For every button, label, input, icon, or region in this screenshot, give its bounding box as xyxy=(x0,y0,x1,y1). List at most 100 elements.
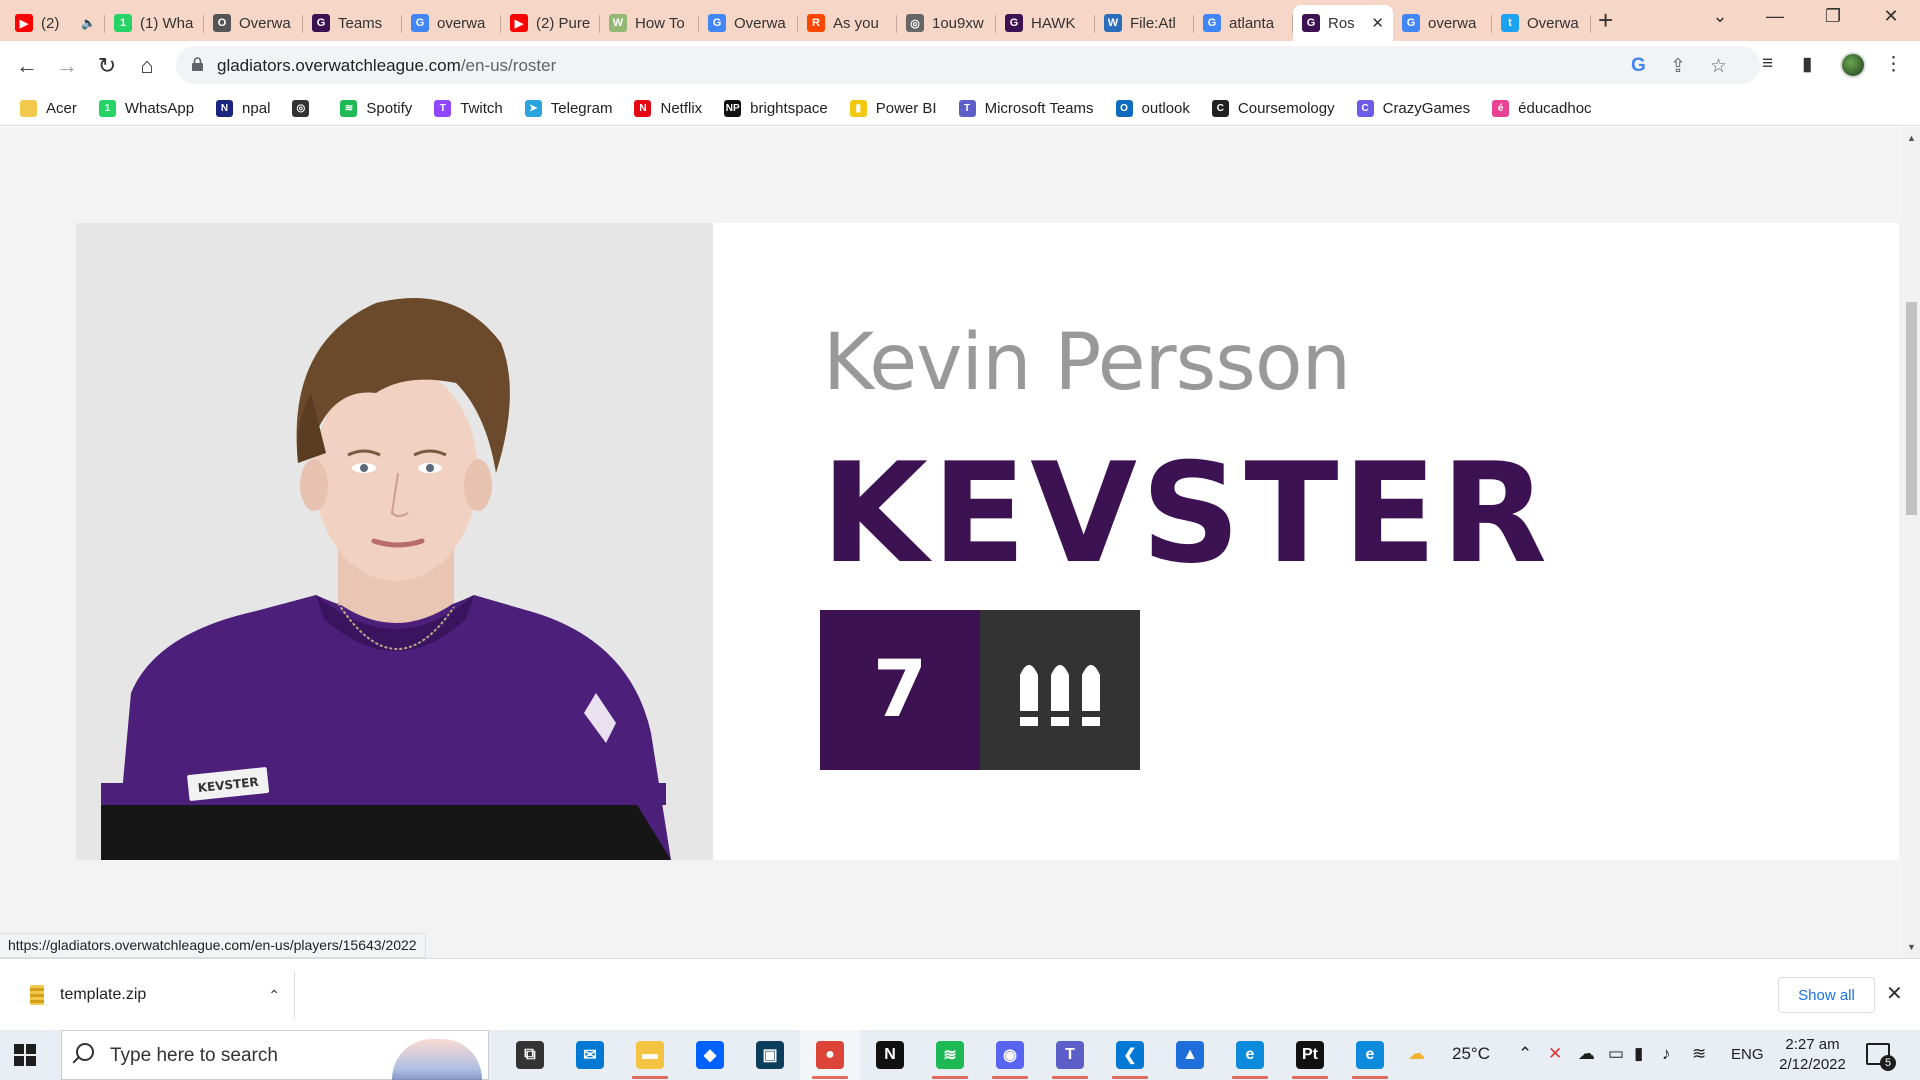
gladiators-icon: G xyxy=(1302,14,1320,32)
home-button[interactable]: ⌂ xyxy=(134,53,160,79)
close-shelf-icon[interactable]: ✕ xyxy=(1886,981,1903,1006)
reading-list-icon[interactable]: ≡ xyxy=(1762,53,1773,75)
dropbox-icon[interactable]: ◆ xyxy=(680,1030,740,1080)
browser-tab[interactable]: W How To xyxy=(600,5,699,41)
url-text[interactable]: gladiators.overwatchleague.com/en-us/ros… xyxy=(217,56,556,76)
tray-overflow-icon[interactable]: ⌃ xyxy=(1518,1044,1532,1064)
task-view-icon[interactable]: ⧉ xyxy=(500,1030,560,1080)
app-icon[interactable]: ▣ xyxy=(740,1030,800,1080)
bookmark-label: éducadhoc xyxy=(1518,99,1592,117)
bookmark-item[interactable]: 1 WhatsApp xyxy=(98,99,194,117)
browser-tab[interactable]: G Overwa xyxy=(699,5,798,41)
bookmark-item[interactable]: T Twitch xyxy=(434,99,503,117)
discord-icon[interactable]: ◉ xyxy=(980,1030,1040,1080)
netflix-icon[interactable]: N xyxy=(860,1030,920,1080)
wifi-icon[interactable]: ≋ xyxy=(1692,1044,1706,1064)
back-button[interactable]: ← xyxy=(14,53,40,79)
bookmark-item[interactable]: é éducadhoc xyxy=(1492,99,1592,117)
meet-now-icon[interactable]: ▭ xyxy=(1608,1044,1624,1064)
chevron-up-icon[interactable]: ⌃ xyxy=(268,987,280,1004)
tab-title: How To xyxy=(635,14,685,32)
browser-tab[interactable]: G Ros ✕ xyxy=(1293,5,1393,41)
address-bar[interactable]: gladiators.overwatchleague.com/en-us/ros… xyxy=(176,46,1760,84)
language-indicator[interactable]: ENG xyxy=(1731,1046,1764,1063)
restore-button[interactable]: ❐ xyxy=(1810,6,1856,27)
weather-temp[interactable]: 25°C xyxy=(1452,1044,1490,1064)
bookmark-item[interactable]: Acer xyxy=(20,99,77,117)
browser-tab[interactable]: ▶ (2) Pure xyxy=(501,5,600,41)
page-scrollbar[interactable]: ▲ ▼ xyxy=(1903,127,1920,958)
onedrive-icon[interactable]: ☁ xyxy=(1578,1044,1595,1064)
browser-tab[interactable]: G Teams xyxy=(303,5,402,41)
bookmark-item[interactable]: Nnpal xyxy=(216,99,270,117)
edge-icon[interactable]: e xyxy=(1220,1030,1280,1080)
browser-tab[interactable]: O Overwa xyxy=(204,5,303,41)
bookmark-item[interactable]: ◎ xyxy=(292,99,318,117)
bookmark-star-icon[interactable]: ☆ xyxy=(1710,55,1727,78)
edge-dev-icon[interactable]: e xyxy=(1340,1030,1400,1080)
bookmark-item[interactable]: T Microsoft Teams xyxy=(958,99,1094,117)
side-panel-icon[interactable]: ▮ xyxy=(1802,53,1812,76)
bookmark-favicon-icon: C xyxy=(1356,99,1374,117)
mail-icon[interactable]: ✉ xyxy=(560,1030,620,1080)
show-all-button[interactable]: Show all xyxy=(1778,977,1875,1013)
bookmark-item[interactable]: Ooutlook xyxy=(1115,99,1190,117)
mute-tab-icon[interactable]: 🔈 xyxy=(81,16,96,30)
bookmark-item[interactable]: ▮ Power BI xyxy=(849,99,937,117)
profile-avatar[interactable] xyxy=(1840,52,1866,78)
browser-tab[interactable]: Goverwa xyxy=(402,5,501,41)
tab-strip: ▶ (2) 🔈 1 (1) Wha O Overwa G Teams Goverwa ▶ (2) Pu… xyxy=(0,0,1920,41)
scroll-up-icon[interactable]: ▲ xyxy=(1907,133,1916,143)
browser-tab[interactable]: 1 (1) Wha xyxy=(105,5,204,41)
new-tab-button[interactable]: + xyxy=(1598,7,1613,33)
bookmark-label: Acer xyxy=(46,99,77,117)
browser-tab[interactable]: ◎ 1ou9xw xyxy=(897,5,996,41)
vscode-icon[interactable]: ❮ xyxy=(1100,1030,1160,1080)
url-host: gladiators.overwatchleague.com xyxy=(217,56,461,75)
network-alert-icon[interactable]: ✕ xyxy=(1548,1044,1562,1064)
pycharm-icon[interactable]: Pt xyxy=(1280,1030,1340,1080)
download-item[interactable]: template.zip ⌃ xyxy=(12,971,295,1019)
forward-button[interactable]: → xyxy=(54,53,80,79)
browser-tab[interactable]: Gatlanta xyxy=(1194,5,1293,41)
menu-icon[interactable]: ⋮ xyxy=(1884,53,1903,76)
bookmark-item[interactable]: C CrazyGames xyxy=(1356,99,1470,117)
player-card[interactable]: KEVSTER Kevin Persson KEVSTER 7 xyxy=(76,223,1899,860)
volume-icon[interactable]: ♪ xyxy=(1662,1044,1671,1064)
tab-search-icon[interactable]: ⌄ xyxy=(1697,6,1743,27)
scroll-down-icon[interactable]: ▼ xyxy=(1907,942,1916,952)
share-icon[interactable]: ⇪ xyxy=(1670,55,1686,78)
close-tab-icon[interactable]: ✕ xyxy=(1371,14,1384,32)
browser-tab[interactable]: W File:Atl xyxy=(1095,5,1194,41)
photos-icon[interactable]: ▲ xyxy=(1160,1030,1220,1080)
lock-icon[interactable] xyxy=(192,57,203,71)
twitter-icon: t xyxy=(1501,14,1519,32)
bookmark-item[interactable]: ➤ Telegram xyxy=(524,99,612,117)
reload-button[interactable]: ↻ xyxy=(94,53,120,79)
browser-tab[interactable]: Goverwa xyxy=(1393,5,1492,41)
browser-tab[interactable]: ▶ (2) 🔈 xyxy=(6,5,105,41)
bookmarks-bar: Acer 1 WhatsApp Nnpal ◎ ≋ Spotify T Twitch ➤ Teleg… xyxy=(0,90,1920,126)
spotify-icon[interactable]: ≋ xyxy=(920,1030,980,1080)
taskbar-search-box[interactable]: Type here to search xyxy=(61,1030,489,1080)
taskbar-clock[interactable]: 2:27 am 2/12/2022 xyxy=(1775,1035,1850,1075)
teams-icon[interactable]: T xyxy=(1040,1030,1100,1080)
browser-tab[interactable]: G HAWK xyxy=(996,5,1095,41)
chrome-icon[interactable]: ● xyxy=(800,1030,860,1080)
windows-start-icon[interactable] xyxy=(14,1044,36,1066)
close-window-button[interactable]: ✕ xyxy=(1868,6,1914,27)
file-explorer-icon[interactable]: ▬ xyxy=(620,1030,680,1080)
notification-center-icon[interactable]: 5 xyxy=(1866,1043,1896,1071)
minimize-button[interactable]: — xyxy=(1752,6,1798,27)
battery-icon[interactable]: ▮ xyxy=(1634,1044,1643,1064)
scrollbar-thumb[interactable] xyxy=(1906,302,1917,515)
bookmark-favicon-icon: T xyxy=(434,99,452,117)
google-translate-icon[interactable]: G xyxy=(1631,55,1646,77)
browser-tab[interactable]: R As you xyxy=(798,5,897,41)
browser-tab[interactable]: t Overwa xyxy=(1492,5,1591,41)
bookmark-item[interactable]: ≋ Spotify xyxy=(340,99,412,117)
bookmark-item[interactable]: N Netflix xyxy=(634,99,702,117)
bookmark-item[interactable]: C Coursemology xyxy=(1211,99,1335,117)
weather-icon[interactable]: ☁ xyxy=(1408,1044,1425,1064)
bookmark-item[interactable]: NP brightspace xyxy=(724,99,828,117)
